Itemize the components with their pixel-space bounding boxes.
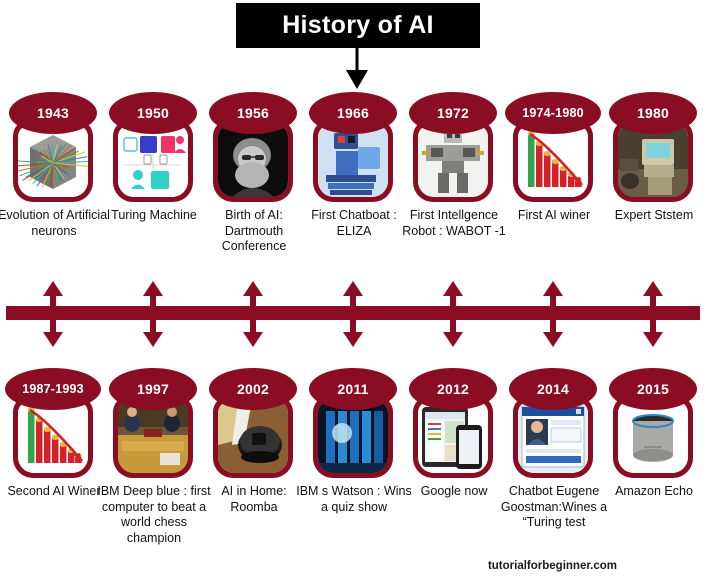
year-badge: 2011 bbox=[309, 368, 397, 410]
chess-match-image bbox=[118, 401, 188, 473]
year-badge-text: 1980 bbox=[637, 105, 669, 121]
timeline-item: 2011 IBM s Watson : Wins a quiz show bbox=[296, 368, 412, 515]
year-badge-text: 1966 bbox=[337, 105, 369, 121]
year-badge-text: 2014 bbox=[537, 381, 569, 397]
timeline-tick-arrow bbox=[40, 281, 66, 347]
year-badge-text: 2011 bbox=[337, 381, 369, 397]
year-badge-text: 1950 bbox=[137, 105, 169, 121]
timeline-item: 2002 AI in Home: Roomba bbox=[202, 368, 304, 515]
eliza-robot-image bbox=[318, 125, 388, 197]
year-badge: 1980 bbox=[609, 92, 697, 134]
watson-servers-image bbox=[318, 401, 388, 473]
year-badge: 1974-1980 bbox=[505, 92, 601, 134]
timeline-tick-arrow bbox=[140, 281, 166, 347]
year-badge: 1950 bbox=[109, 92, 197, 134]
timeline-item: 1974-1980 First AI winer bbox=[502, 92, 604, 224]
year-badge-text: 2012 bbox=[437, 381, 469, 397]
timeline-item: 1943 Evolution of Artificial neurons bbox=[0, 92, 110, 239]
year-badge-text: 1987-1993 bbox=[22, 382, 84, 396]
page-title: History of AI bbox=[236, 3, 480, 48]
timeline-item: 1956 Birth of AI: Dartmouth Conference bbox=[202, 92, 304, 255]
eugene-goostman-chat-image bbox=[518, 401, 588, 473]
dartmouth-portrait-image bbox=[218, 125, 288, 197]
year-badge-text: 2002 bbox=[237, 381, 269, 397]
year-badge: 2014 bbox=[509, 368, 597, 410]
neural-cube-image bbox=[18, 125, 88, 197]
year-badge: 1997 bbox=[109, 368, 197, 410]
year-badge: 2015 bbox=[609, 368, 697, 410]
event-caption: IBM s Watson : Wins a quiz show bbox=[296, 484, 412, 514]
timeline-item: 2012 Google now bbox=[402, 368, 504, 500]
event-caption: Chatbot Eugene Goostman:Wines a “Turing … bbox=[500, 484, 608, 529]
event-caption: First Chatboat : ELIZA bbox=[311, 208, 397, 238]
year-badge: 1972 bbox=[409, 92, 497, 134]
footer-credit-text: tutorialforbeginner.com bbox=[487, 560, 618, 572]
declining-bar-chart-image bbox=[18, 401, 88, 473]
year-badge-text: 1943 bbox=[37, 105, 69, 121]
timeline-item: 2015 Amazon Echo bbox=[602, 368, 704, 500]
timeline-item: 1997 IBM Deep blue : first computer to be… bbox=[97, 368, 211, 546]
event-caption: First Intellgence Robot : WABOT -1 bbox=[402, 208, 506, 238]
vintage-computer-image bbox=[618, 125, 688, 197]
year-badge-text: 1974-1980 bbox=[522, 106, 584, 120]
year-badge-text: 1972 bbox=[437, 105, 469, 121]
year-badge: 2002 bbox=[209, 368, 297, 410]
turing-test-diagram-image bbox=[118, 125, 188, 197]
amazon-echo-image bbox=[618, 401, 688, 473]
year-badge: 1987-1993 bbox=[5, 368, 101, 410]
event-caption: AI in Home: Roomba bbox=[221, 484, 287, 514]
timeline-tick-arrow bbox=[440, 281, 466, 347]
event-caption: IBM Deep blue : first computer to beat a… bbox=[97, 484, 211, 545]
event-caption: Google now bbox=[420, 484, 488, 498]
timeline-item: 1972 First Intellgence Robot : WABOT -1 bbox=[402, 92, 506, 239]
event-caption: Second AI Winer bbox=[7, 484, 101, 498]
year-badge-text: 2015 bbox=[637, 381, 669, 397]
year-badge-text: 1997 bbox=[137, 381, 169, 397]
timeline-tick-arrow bbox=[640, 281, 666, 347]
timeline-item: 1966 First Chatboat : ELIZA bbox=[302, 92, 404, 239]
timeline-tick-arrow bbox=[340, 281, 366, 347]
timeline-item: 1987-1993 Second AI Winer bbox=[2, 368, 104, 500]
infographic-canvas: History of AI 1943 Evolution of Artificia… bbox=[0, 0, 715, 581]
event-caption: Amazon Echo bbox=[615, 484, 693, 498]
event-caption: Evolution of Artificial neurons bbox=[0, 208, 110, 238]
wabot-robot-image bbox=[418, 125, 488, 197]
event-caption: Birth of AI: Dartmouth Conference bbox=[221, 208, 287, 253]
roomba-vacuum-image bbox=[218, 401, 288, 473]
year-badge: 1943 bbox=[9, 92, 97, 134]
footer-credit: tutorialforbeginner.com bbox=[0, 556, 715, 574]
event-caption: Turing Machine bbox=[111, 208, 197, 222]
timeline-item: 1980 Expert Ststem bbox=[602, 92, 704, 224]
google-now-devices-image bbox=[418, 401, 488, 473]
year-badge: 2012 bbox=[409, 368, 497, 410]
timeline-tick-arrow bbox=[540, 281, 566, 347]
event-caption: First AI winer bbox=[517, 208, 591, 222]
year-badge: 1966 bbox=[309, 92, 397, 134]
down-arrow-icon bbox=[346, 48, 368, 89]
event-caption: Expert Ststem bbox=[614, 208, 694, 222]
page-title-text: History of AI bbox=[282, 11, 434, 39]
timeline-item: 2014 Chatbot Eugene Goostman:Wines a “Tur… bbox=[501, 368, 607, 531]
year-badge-text: 1956 bbox=[237, 105, 269, 121]
declining-bar-chart-image bbox=[518, 125, 588, 197]
timeline-item: 1950 Turing Machine bbox=[102, 92, 204, 224]
year-badge: 1956 bbox=[209, 92, 297, 134]
timeline-tick-arrow bbox=[240, 281, 266, 347]
